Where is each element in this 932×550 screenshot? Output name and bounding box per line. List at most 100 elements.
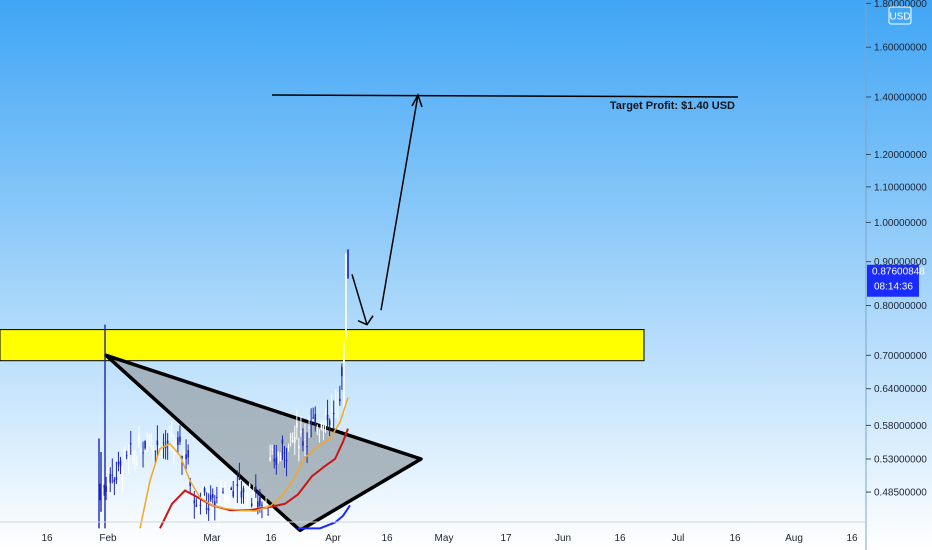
candle-body [134,454,136,456]
candle-body [326,414,329,421]
candle-body [263,508,265,513]
candle-body [218,512,220,515]
currency-badge-label: USD [889,12,910,23]
price-tick-label: 0.53000000 [874,455,927,466]
candle-body [127,457,130,459]
candle-body [232,491,235,497]
candle-body [255,486,257,491]
candle-body [144,440,146,449]
candle-body [248,483,251,487]
candle-body [230,488,232,491]
candle-body [222,491,224,493]
candle-body [261,504,263,506]
chart-background [0,0,932,550]
current-price-tag: 0.87600848 08:14:36 [867,264,925,297]
candle-body [337,402,339,404]
candle-body [154,450,157,452]
price-tick-label: 0.48500000 [874,488,927,499]
candle-body [324,423,327,427]
date-tick-label: Apr [325,533,341,544]
candle-body [191,496,194,499]
price-chart: Target Profit: $1.40 USD 1.80000000 1.600… [0,0,932,550]
candle-body [296,421,298,428]
candle-body [175,447,177,449]
candle-body [314,414,317,424]
candle-body [205,508,208,510]
candle-body [240,491,243,498]
candle-body [117,461,120,465]
price-tick-label: 0.70000000 [874,351,927,362]
candle-body [142,452,144,454]
candle-body [203,487,206,493]
date-tick-label: 16 [729,533,741,544]
candle-body [207,508,210,511]
candle-body [244,487,247,491]
candle-body [146,446,148,450]
candle-body [109,474,112,483]
candle-body [279,456,282,462]
candle-body [310,421,312,425]
candle-body [334,400,337,407]
candle-body [179,436,181,443]
candle-body [234,499,237,501]
date-tick-label: Feb [99,533,117,544]
candle-body [291,440,294,442]
candle-body [293,437,296,444]
candle-body [150,445,153,447]
candle-body [216,496,218,498]
candle-body [148,442,150,445]
candle-body [129,443,132,445]
candle-body [285,460,288,462]
date-tick-label: 16 [265,533,277,544]
date-tick-label: 16 [381,533,393,544]
candle-body [283,452,286,454]
candle-body [220,486,222,492]
candle-body [300,430,302,433]
candle-body [211,493,214,498]
candle-body [201,501,204,505]
candle-body [298,446,300,449]
candle-body [185,454,187,460]
chart-container: Target Profit: $1.40 USD 1.80000000 1.600… [0,0,932,550]
candle-body [339,398,341,402]
price-tick-label: 0.64000000 [874,384,927,395]
price-tick-label: 1.80000000 [874,0,927,10]
candle-body [289,436,292,438]
candle-body [136,462,138,466]
candle-body [162,442,165,444]
date-tick-label: 17 [500,533,512,544]
candle-body [316,428,319,432]
candle-body [123,454,126,457]
candle-body [226,494,228,500]
candle-body [277,452,280,456]
price-tick-label: 1.10000000 [874,182,927,193]
candle-body [238,477,241,480]
candle-body [119,460,122,467]
candle-body [275,458,278,465]
candle-body [332,412,335,414]
candle-body [152,447,155,455]
candle-body [121,476,124,481]
candle-body [322,426,325,432]
candle-body [228,497,230,501]
candle-body [132,457,134,461]
candle-body [250,503,253,506]
candle-body [113,479,116,482]
candle-body [330,406,333,414]
candle-body [158,441,161,443]
candle-body [271,448,273,450]
date-tick-label: 16 [41,533,53,544]
date-tick-label: Aug [785,533,803,544]
price-tick-label: 1.40000000 [874,93,927,104]
candle-body [304,438,306,440]
target-profit-label: Target Profit: $1.40 USD [610,100,735,112]
date-tick-label: Mar [203,533,221,544]
date-tick-label: Jun [555,533,571,544]
price-tick-label: 1.20000000 [874,150,927,161]
candle-body [242,488,245,493]
candle-body [306,446,308,448]
candle-body [111,474,114,476]
candle-body [267,514,269,516]
candle-body [312,417,314,419]
candle-body [115,476,118,481]
